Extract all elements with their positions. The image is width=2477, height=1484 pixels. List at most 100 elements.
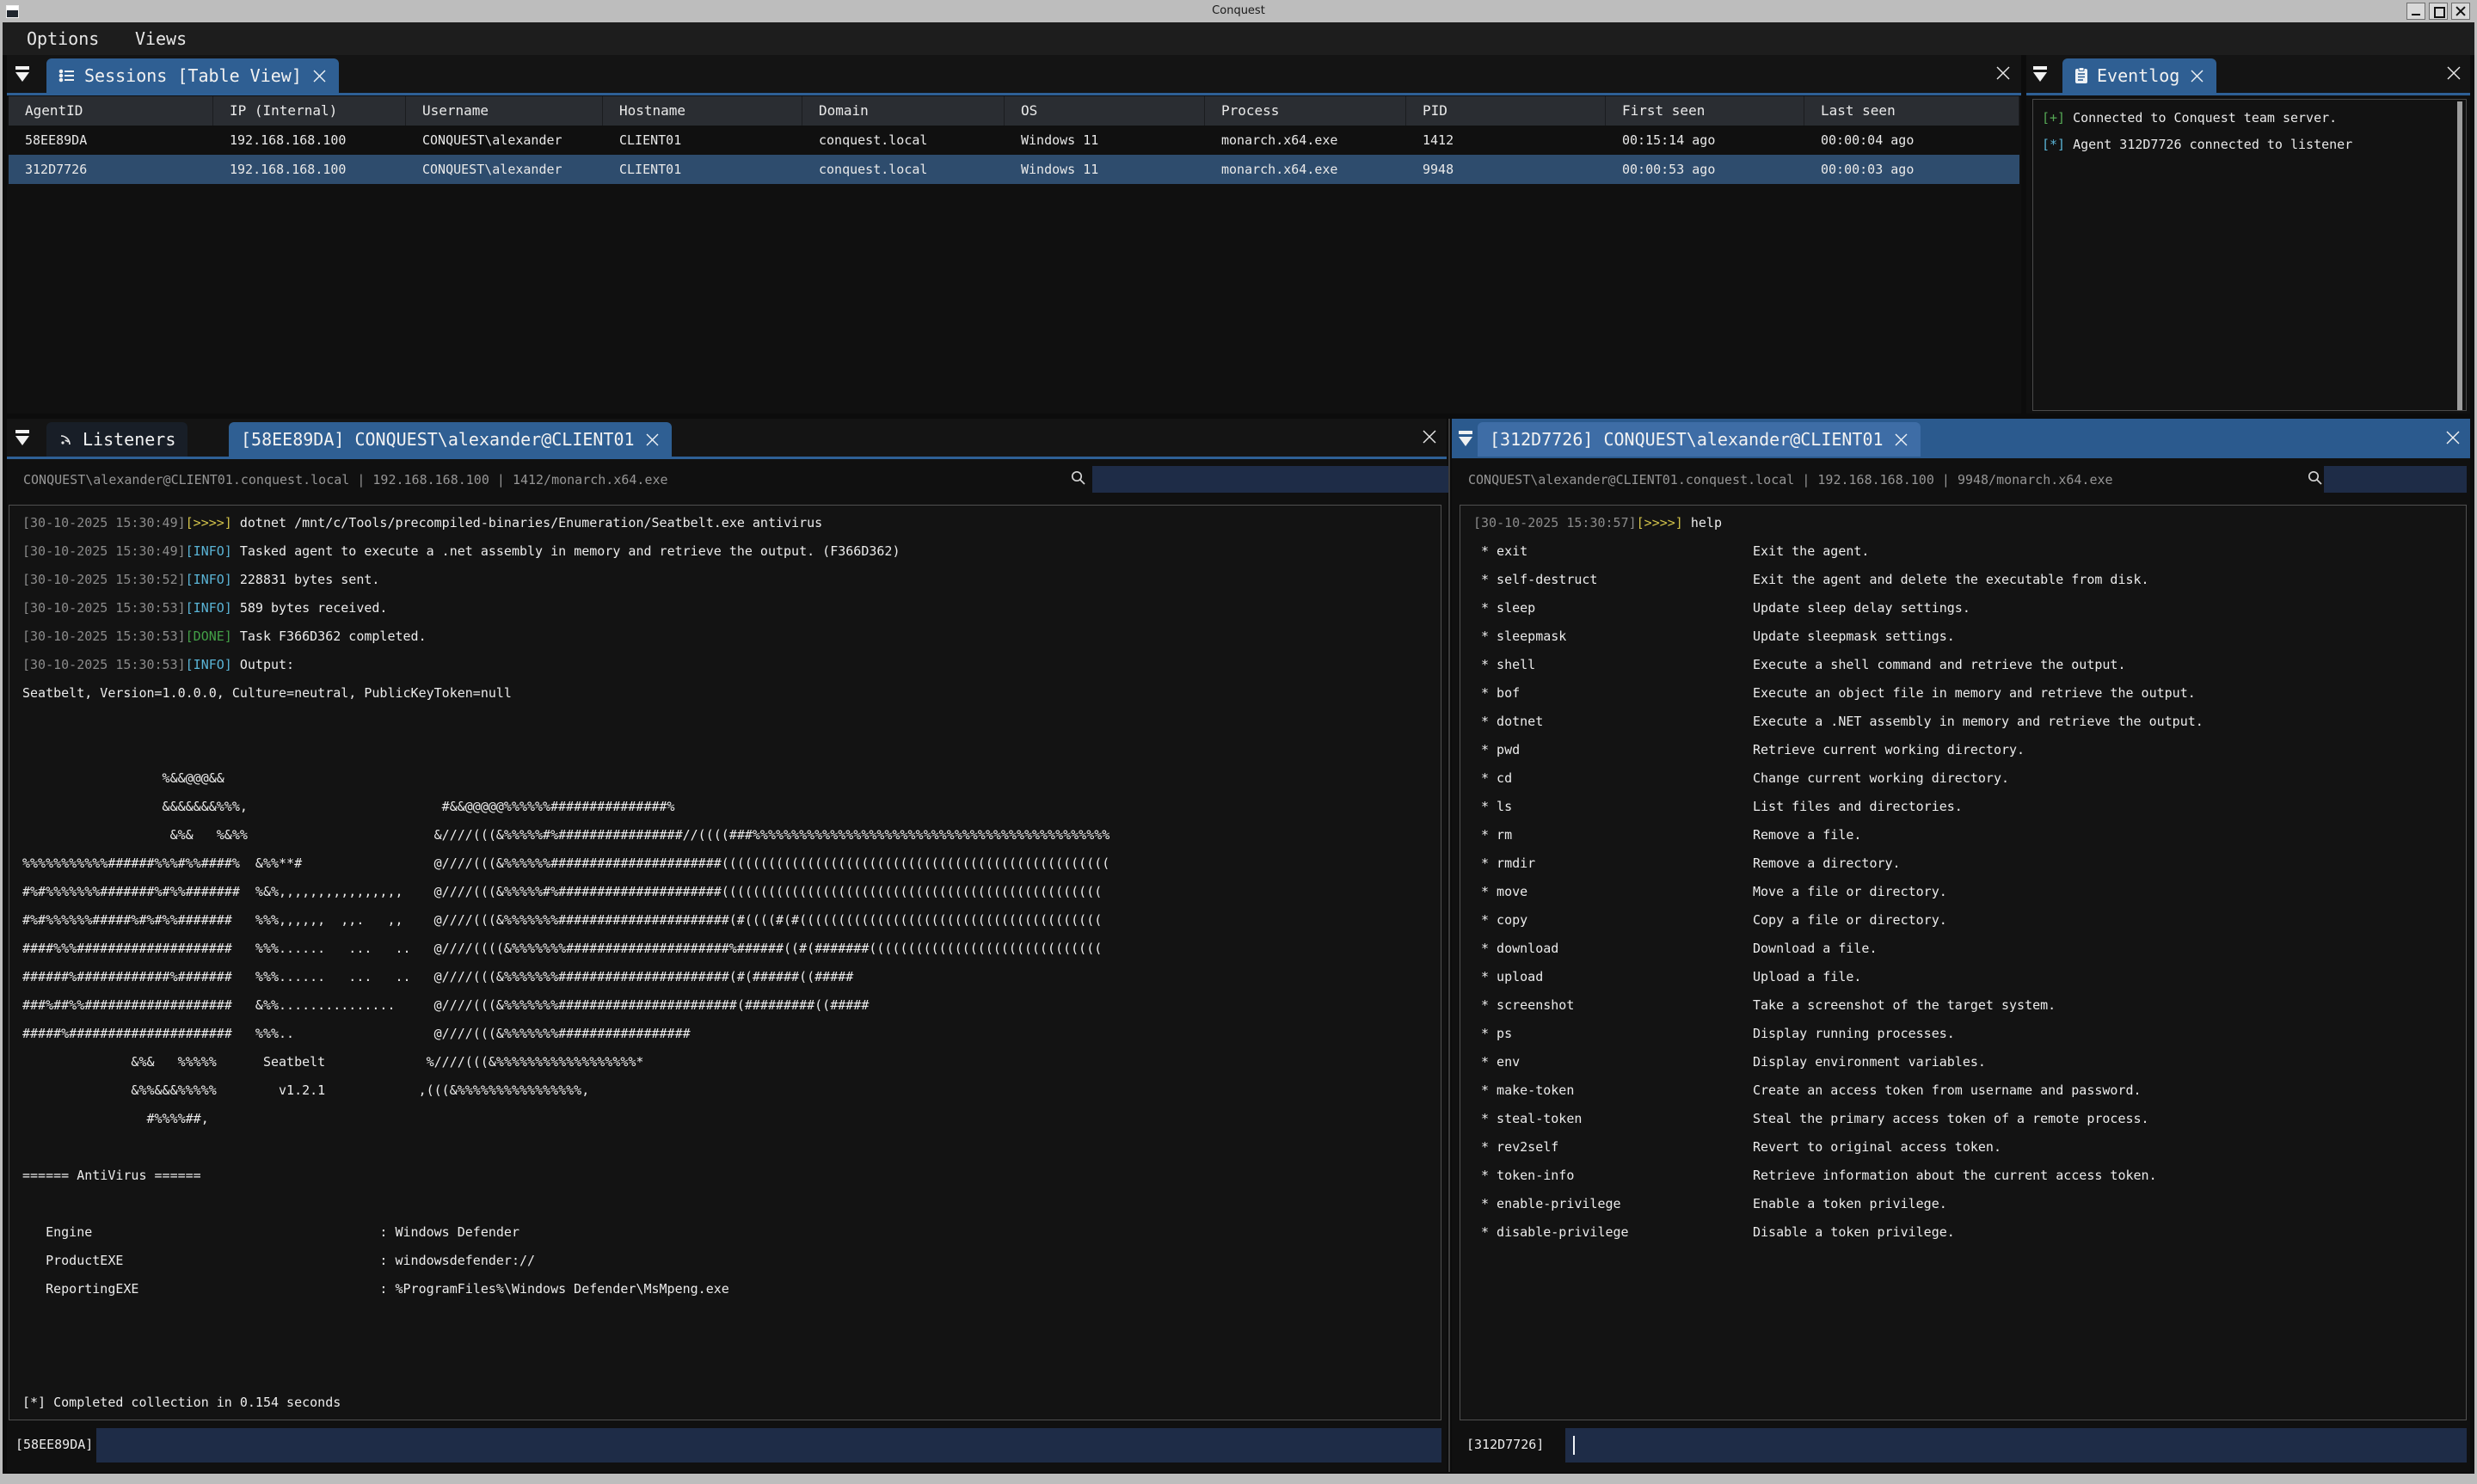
- eventlog-panel-close-icon[interactable]: [2446, 65, 2462, 81]
- help-command-name: * shell: [1481, 651, 1753, 679]
- log-timestamp: [30-10-2025 15:30:49]: [22, 515, 186, 530]
- tab-sessions[interactable]: Sessions [Table View]: [46, 58, 339, 93]
- tab-agent-58EE89DA[interactable]: [58EE89DA] CONQUEST\alexander@CLIENT01: [229, 422, 672, 457]
- right-console-close-icon[interactable]: [2445, 430, 2461, 445]
- tab-eventlog[interactable]: Eventlog: [2062, 58, 2216, 93]
- close-button[interactable]: [2451, 3, 2470, 20]
- column-header[interactable]: Username: [406, 96, 603, 126]
- help-command-row: * shellExecute a shell command and retri…: [1473, 651, 2455, 679]
- splitter-handle[interactable]: [1448, 419, 1450, 1472]
- menu-bar: Options Views: [3, 22, 2474, 55]
- tab-agent-label: [312D7726] CONQUEST\alexander@CLIENT01: [1490, 429, 1884, 450]
- panel-dropdown-icon[interactable]: [1457, 430, 1474, 447]
- column-header[interactable]: PID: [1406, 96, 1606, 126]
- column-header[interactable]: Process: [1205, 96, 1406, 126]
- sessions-panel-close-icon[interactable]: [1995, 65, 2011, 81]
- maximize-button[interactable]: [2429, 3, 2448, 20]
- help-command-row: * copyCopy a file or directory.: [1473, 906, 2455, 935]
- search-icon: [1070, 469, 1087, 487]
- help-command-name: * upload: [1481, 963, 1753, 991]
- eventlog-line-text: Connected to Conquest team server.: [2065, 110, 2337, 126]
- session-cell: CLIENT01: [603, 126, 802, 155]
- title-bar[interactable]: Conquest: [0, 0, 2477, 22]
- tab-agent-312D7726[interactable]: [312D7726] CONQUEST\alexander@CLIENT01: [1478, 422, 1921, 457]
- help-command-row: * sleepmaskUpdate sleepmask settings.: [1473, 622, 2455, 651]
- search-icon: [2307, 469, 2324, 487]
- search-input[interactable]: [1092, 466, 1448, 493]
- log-tag: [INFO]: [186, 572, 232, 587]
- eventlog-tabbar: Eventlog: [2026, 55, 2470, 93]
- left-console-close-icon[interactable]: [1422, 429, 1437, 445]
- eventlog-line-text: Agent 312D7726 connected to listener: [2065, 137, 2352, 152]
- help-command-desc: Retrieve information about the current a…: [1753, 1168, 2157, 1183]
- column-header[interactable]: OS: [1005, 96, 1205, 126]
- session-row[interactable]: 312D7726192.168.168.100CONQUEST\alexande…: [9, 155, 2019, 184]
- help-command-row: * token-infoRetrieve information about t…: [1473, 1162, 2455, 1190]
- column-header[interactable]: AgentID: [9, 96, 213, 126]
- left-prompt-label: [58EE89DA]: [15, 1427, 93, 1462]
- help-command-row: * rmdirRemove a directory.: [1473, 849, 2455, 878]
- tab-close-icon[interactable]: [312, 69, 327, 83]
- right-terminal-output[interactable]: [30-10-2025 15:30:57][>>>>] help * exitE…: [1460, 505, 2467, 1420]
- log-message: Task F366D362 completed.: [232, 629, 427, 644]
- eventlog-output: [+] Connected to Conquest team server.[*…: [2032, 99, 2467, 411]
- column-header[interactable]: Last seen: [1804, 96, 2019, 126]
- help-command-desc: Display running processes.: [1753, 1026, 1955, 1041]
- minimize-button[interactable]: [2406, 3, 2425, 20]
- help-command-row: * self-destructExit the agent and delete…: [1473, 566, 2455, 594]
- window-frame-left: [0, 22, 3, 1475]
- panel-dropdown-icon[interactable]: [14, 429, 31, 446]
- left-terminal-output[interactable]: [30-10-2025 15:30:49][>>>>] dotnet /mnt/…: [9, 505, 1441, 1420]
- help-command-name: * exit: [1481, 537, 1753, 566]
- sessions-table-body: 58EE89DA192.168.168.100CONQUEST\alexande…: [9, 126, 2019, 184]
- column-header[interactable]: Domain: [802, 96, 1005, 126]
- window-frame-bottom: [0, 1474, 2477, 1484]
- session-cell: CONQUEST\alexander: [406, 126, 603, 155]
- eventlog-tabbar-underline: [2026, 93, 2470, 95]
- session-cell: CLIENT01: [603, 155, 802, 184]
- session-cell: 312D7726: [9, 155, 213, 184]
- session-row[interactable]: 58EE89DA192.168.168.100CONQUEST\alexande…: [9, 126, 2019, 155]
- right-terminal-log: [30-10-2025 15:30:57][>>>>] help: [1473, 509, 2455, 537]
- session-cell: Windows 11: [1005, 155, 1205, 184]
- panel-dropdown-icon[interactable]: [14, 65, 31, 83]
- panel-dropdown-icon[interactable]: [2031, 65, 2049, 83]
- help-command-desc: Update sleep delay settings.: [1753, 600, 1970, 616]
- menu-views[interactable]: Views: [135, 22, 187, 55]
- help-command-name: * sleepmask: [1481, 622, 1753, 651]
- log-timestamp: [30-10-2025 15:30:53]: [22, 600, 186, 616]
- menu-options[interactable]: Options: [27, 22, 99, 55]
- tab-listeners-label: Listeners: [83, 429, 175, 450]
- tab-sessions-label: Sessions [Table View]: [84, 65, 302, 86]
- tab-close-icon[interactable]: [1894, 432, 1908, 447]
- log-tag: [INFO]: [186, 657, 232, 672]
- eventlog-panel: Eventlog [+] Connected to Conquest team …: [2026, 55, 2470, 414]
- log-message: dotnet /mnt/c/Tools/precompiled-binaries…: [232, 515, 822, 530]
- help-command-desc: Upload a file.: [1753, 969, 1861, 984]
- help-command-name: * sleep: [1481, 594, 1753, 622]
- left-terminal-log: [30-10-2025 15:30:49][>>>>] dotnet /mnt/…: [22, 509, 1430, 679]
- session-cell: monarch.x64.exe: [1205, 126, 1406, 155]
- terminal-log-line: [30-10-2025 15:30:52][INFO] 228831 bytes…: [22, 566, 1430, 594]
- app-window: Conquest Options Views Sessions [Table V…: [0, 0, 2477, 1484]
- right-command-input[interactable]: [1565, 1428, 2467, 1463]
- help-command-desc: Download a file.: [1753, 941, 1878, 956]
- terminal-log-line: [30-10-2025 15:30:53][INFO] 589 bytes re…: [22, 594, 1430, 622]
- help-command-name: * self-destruct: [1481, 566, 1753, 594]
- help-command-name: * token-info: [1481, 1162, 1753, 1190]
- column-header[interactable]: First seen: [1606, 96, 1804, 126]
- help-command-desc: Revert to original access token.: [1753, 1139, 2001, 1155]
- eventlog-scrollbar[interactable]: [2457, 101, 2462, 410]
- tab-close-icon[interactable]: [2190, 69, 2204, 83]
- session-cell: 00:15:14 ago: [1606, 126, 1804, 155]
- tab-close-icon[interactable]: [645, 432, 660, 447]
- column-header[interactable]: IP (Internal): [213, 96, 406, 126]
- eventlog-line-prefix: [+]: [2042, 110, 2065, 126]
- search-input[interactable]: [2324, 466, 2467, 493]
- column-header[interactable]: Hostname: [603, 96, 802, 126]
- log-timestamp: [30-10-2025 15:30:57]: [1473, 515, 1637, 530]
- right-session-status: CONQUEST\alexander@CLIENT01.conquest.loc…: [1468, 472, 2113, 488]
- session-cell: 00:00:03 ago: [1804, 155, 2019, 184]
- tab-listeners[interactable]: Listeners: [46, 422, 187, 457]
- left-command-input[interactable]: [96, 1428, 1441, 1463]
